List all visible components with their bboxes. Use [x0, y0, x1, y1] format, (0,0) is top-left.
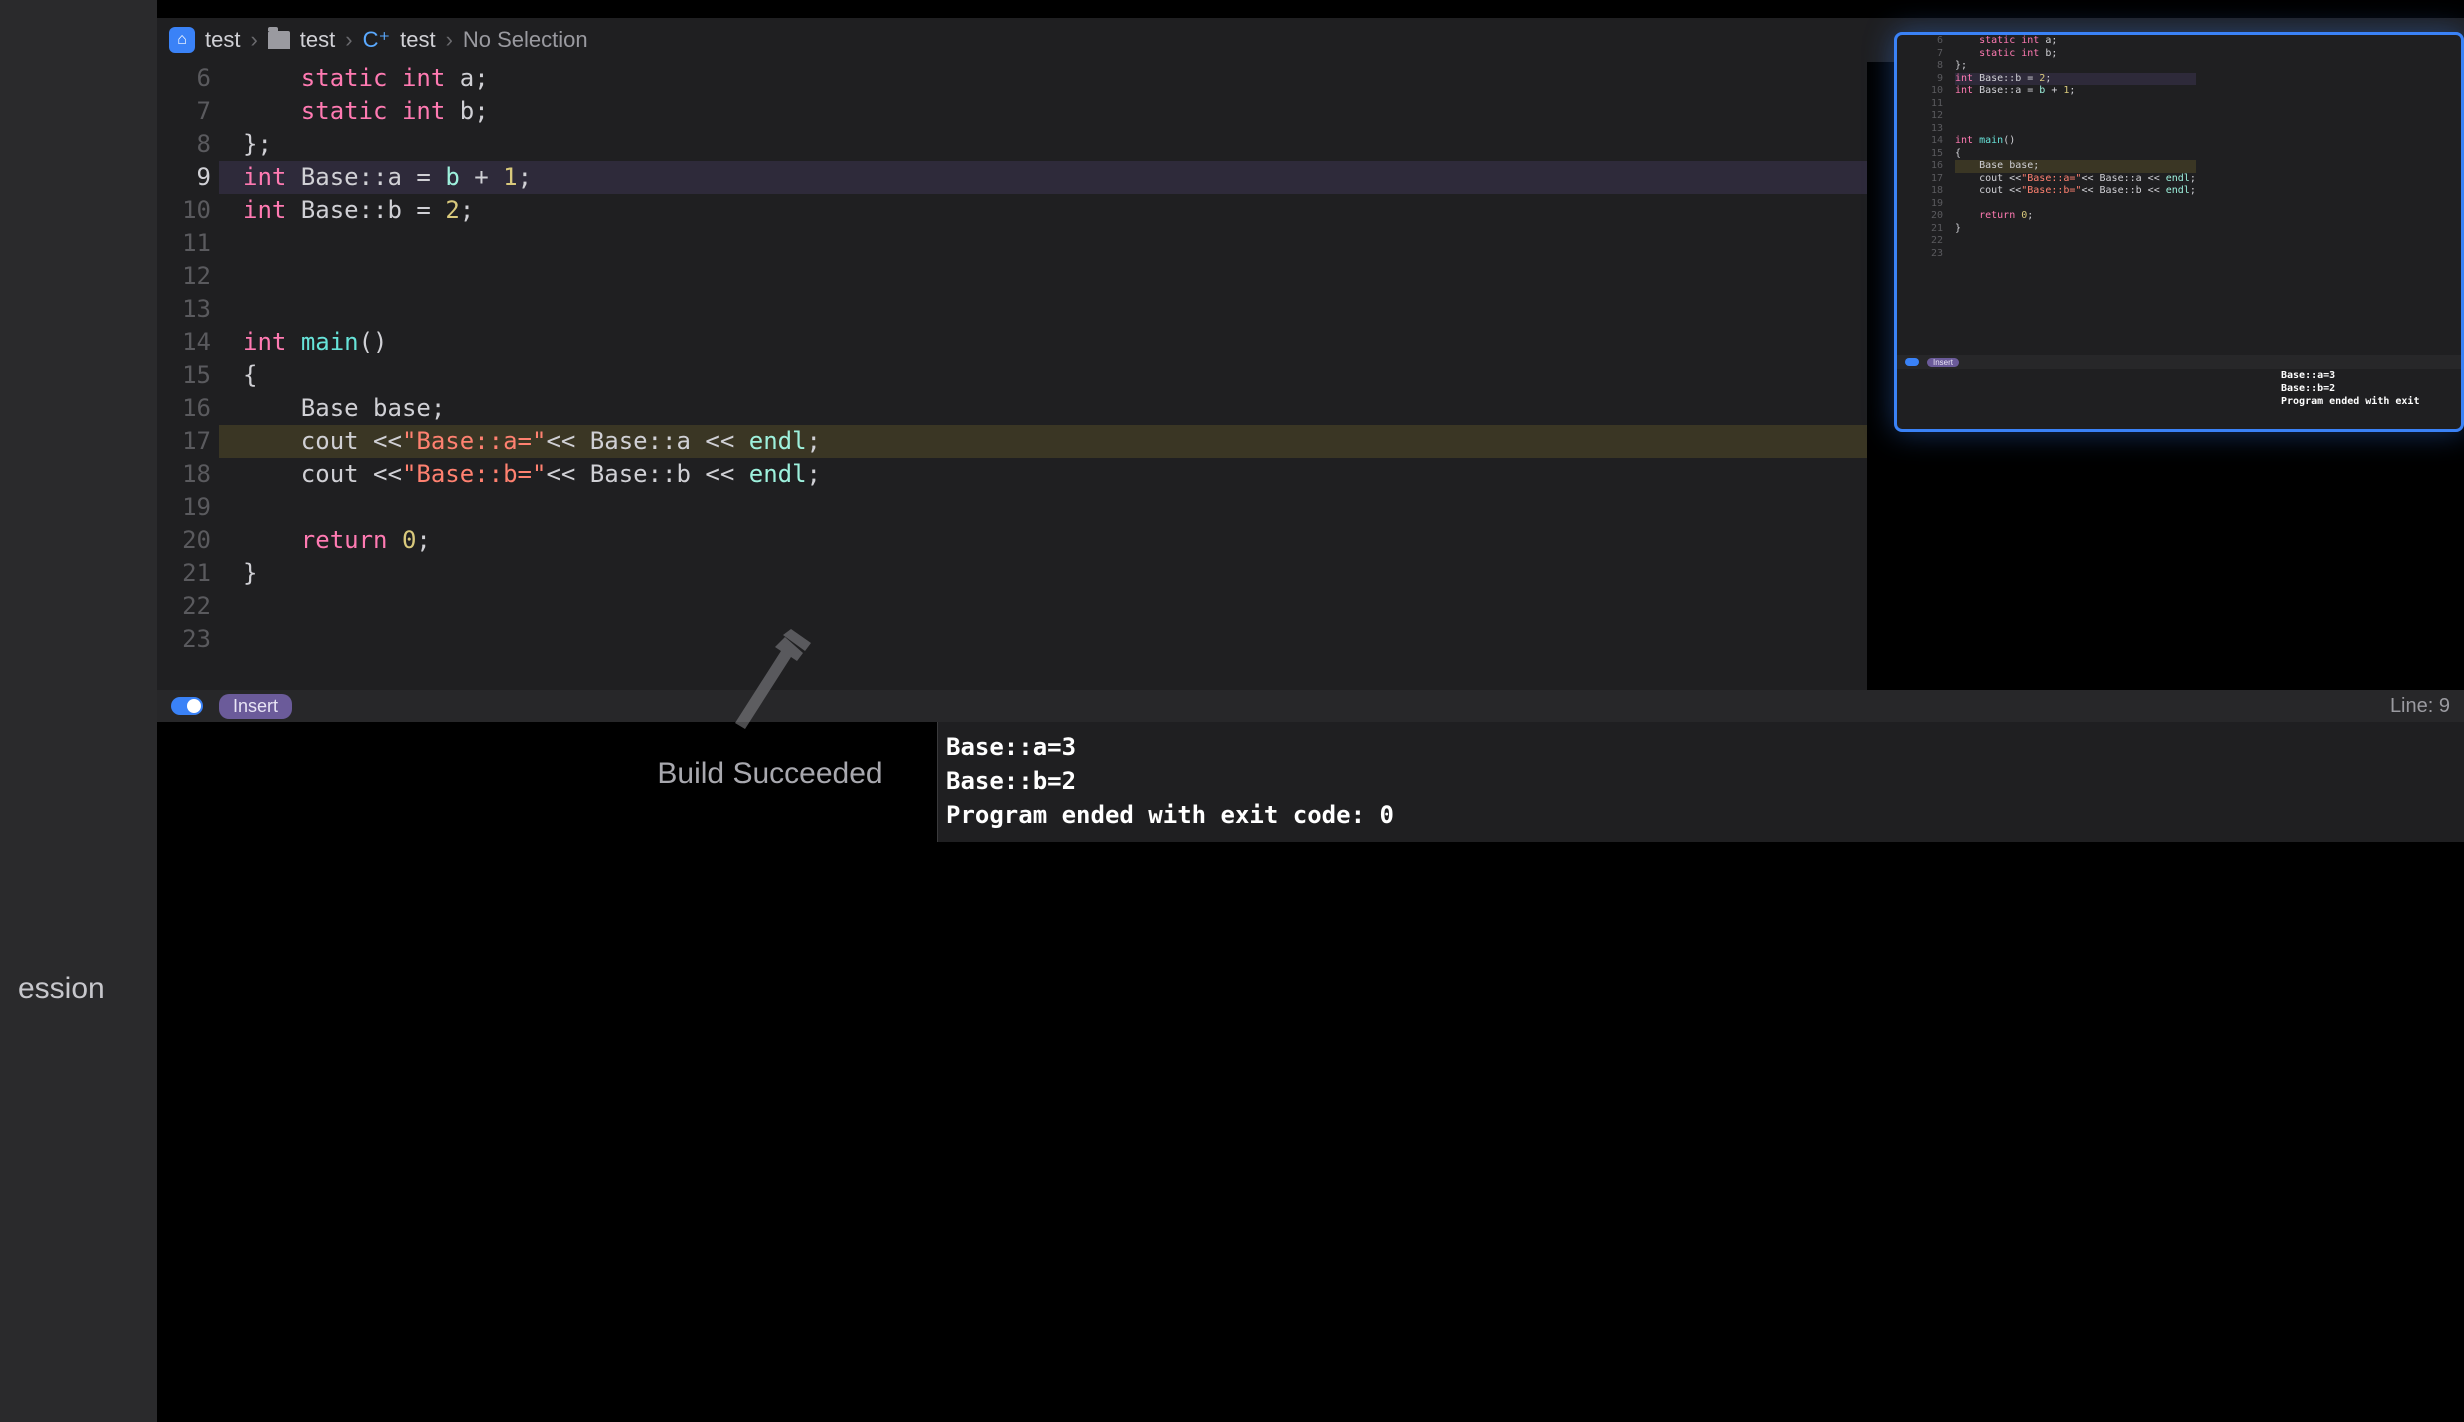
cpp-file-icon: C⁺ — [363, 27, 391, 53]
code-editor[interactable]: 67891011121314151617181920212223 static … — [157, 62, 1867, 690]
editor-mode-badge: Insert — [219, 694, 292, 719]
line-gutter: 67891011121314151617181920212223 — [157, 62, 219, 690]
chevron-right-icon: › — [250, 27, 257, 53]
sidebar-clipped-text: ession — [18, 972, 105, 1006]
toggle-icon[interactable] — [171, 697, 203, 715]
crumb-selection[interactable]: No Selection — [463, 27, 588, 53]
inset-status-bar: Insert — [1897, 355, 2461, 369]
inset-code: static int a; static int b;};int Base::b… — [1955, 35, 2196, 260]
inset-gutter: 67891011121314151617181920212223 — [1897, 35, 1949, 260]
crumb-folder[interactable]: test — [300, 27, 335, 53]
chevron-right-icon: › — [345, 27, 352, 53]
hammer-icon — [725, 629, 815, 739]
line-indicator: Line: 9 — [2390, 695, 2450, 718]
build-toast: Build Succeeded — [570, 600, 970, 820]
sidebar-stub: ession — [0, 0, 157, 1422]
output-console[interactable]: Base::a=3Base::b=2Program ended with exi… — [937, 722, 2464, 842]
folder-icon — [268, 31, 290, 49]
project-icon[interactable]: ⌂ — [169, 27, 195, 53]
build-toast-text: Build Succeeded — [657, 757, 882, 791]
inset-mode-badge: Insert — [1927, 358, 1959, 367]
crumb-project[interactable]: test — [205, 27, 240, 53]
preview-thumbnail[interactable]: 67891011121314151617181920212223 static … — [1894, 32, 2464, 432]
crumb-file[interactable]: test — [400, 27, 435, 53]
editor-status-bar: Insert Line: 9 — [157, 690, 2464, 722]
inset-toggle-icon — [1905, 358, 1919, 366]
code-area[interactable]: static int a; static int b;};int Base::a… — [219, 62, 1867, 690]
inset-console: Base::a=3Base::b=2Program ended with exi… — [2281, 369, 2461, 408]
chevron-right-icon: › — [446, 27, 453, 53]
